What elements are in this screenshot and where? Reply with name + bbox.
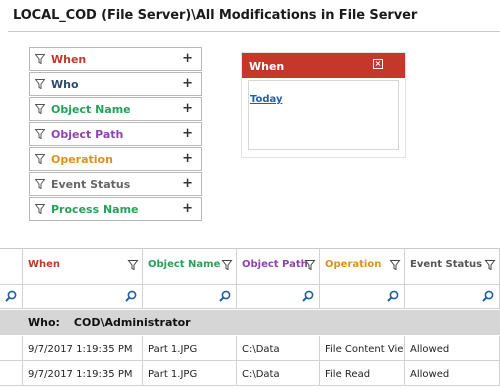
filter-when[interactable]: When + [29, 47, 202, 71]
filter-label: Process Name [51, 202, 139, 216]
search-icon[interactable] [5, 290, 17, 302]
when-filter-panel: When × Today [241, 52, 406, 158]
row-search-cell[interactable] [0, 285, 23, 309]
today-link[interactable]: Today [250, 94, 282, 105]
search-icon[interactable] [482, 290, 494, 302]
column-filter-icon[interactable] [304, 260, 316, 270]
add-filter-icon[interactable]: + [182, 76, 193, 91]
column-header-event-status[interactable]: Event Status [405, 248, 500, 285]
filter-object-path[interactable]: Object Path + [29, 122, 202, 146]
funnel-icon [35, 154, 45, 164]
search-icon[interactable] [302, 290, 314, 302]
filter-who[interactable]: Who + [29, 72, 202, 96]
group-row-who[interactable]: Who: COD\Administrator [0, 310, 500, 335]
column-search-cell[interactable] [143, 285, 237, 309]
add-filter-icon[interactable]: + [182, 176, 193, 191]
filter-label: Object Path [51, 127, 124, 141]
column-search-cell[interactable] [405, 285, 500, 309]
funnel-icon [35, 129, 45, 139]
column-header-operation[interactable]: Operation [320, 248, 405, 285]
group-value: COD\Administrator [73, 316, 191, 329]
add-filter-icon[interactable]: + [182, 51, 193, 66]
table-cell: C:\Data [237, 361, 320, 386]
filter-event-status[interactable]: Event Status + [29, 172, 202, 196]
when-panel-body: Today [248, 80, 399, 150]
filter-list: When + Who + Object Name + Object Path + Operati… [29, 47, 202, 222]
table-cell: 9/7/2017 1:19:35 PM [23, 336, 143, 361]
add-filter-icon[interactable]: + [182, 201, 193, 216]
table-cell: C:\Data [237, 336, 320, 361]
table-cell: File Content View [320, 336, 405, 361]
table-cell: Part 1.JPG [143, 336, 237, 361]
table-cell: Allowed [405, 336, 500, 361]
table-cell: Allowed [405, 361, 500, 386]
column-search-cell[interactable] [320, 285, 405, 309]
funnel-icon [35, 179, 45, 189]
column-header-object-path[interactable]: Object Path [237, 248, 320, 285]
filter-label: Who [51, 77, 79, 91]
filter-label: Operation [51, 152, 113, 166]
row-selector-header [0, 248, 23, 285]
column-header-object-name[interactable]: Object Name [143, 248, 237, 285]
funnel-icon [35, 54, 45, 64]
column-filter-icon[interactable] [484, 260, 496, 270]
column-header-label: Object Name [148, 259, 221, 270]
close-icon[interactable]: × [373, 59, 383, 69]
filter-operation[interactable]: Operation + [29, 147, 202, 171]
when-panel-title: When [249, 60, 285, 73]
column-search-cell[interactable] [23, 285, 143, 309]
filter-label: When [51, 52, 87, 66]
filter-label: Event Status [51, 177, 131, 191]
column-header-label: Operation [325, 259, 382, 270]
funnel-icon [35, 204, 45, 214]
column-header-label: Object Path [242, 259, 308, 270]
table-cell: Part 1.JPG [143, 361, 237, 386]
group-label: Who: [28, 316, 60, 329]
column-search-cell[interactable] [237, 285, 320, 309]
add-filter-icon[interactable]: + [182, 126, 193, 141]
add-filter-icon[interactable]: + [182, 101, 193, 116]
table-cell: File Read [320, 361, 405, 386]
column-filter-icon[interactable] [221, 260, 233, 270]
search-icon[interactable] [219, 290, 231, 302]
search-icon[interactable] [387, 290, 399, 302]
column-filter-icon[interactable] [389, 260, 401, 270]
when-panel-header: When × [242, 53, 405, 78]
filter-process-name[interactable]: Process Name + [29, 197, 202, 221]
table-cell: 9/7/2017 1:19:35 PM [23, 361, 143, 386]
row-selector[interactable] [0, 336, 23, 361]
funnel-icon [35, 79, 45, 89]
funnel-icon [35, 104, 45, 114]
column-header-label: When [28, 259, 61, 270]
row-selector[interactable] [0, 361, 23, 386]
title-divider [8, 31, 500, 32]
column-filter-icon[interactable] [127, 260, 139, 270]
column-header-label: Event Status [410, 259, 483, 270]
page-title: LOCAL_COD (File Server)\All Modification… [13, 8, 418, 23]
column-header-when[interactable]: When [23, 248, 143, 285]
filter-object-name[interactable]: Object Name + [29, 97, 202, 121]
add-filter-icon[interactable]: + [182, 151, 193, 166]
filter-label: Object Name [51, 102, 131, 116]
search-icon[interactable] [125, 290, 137, 302]
